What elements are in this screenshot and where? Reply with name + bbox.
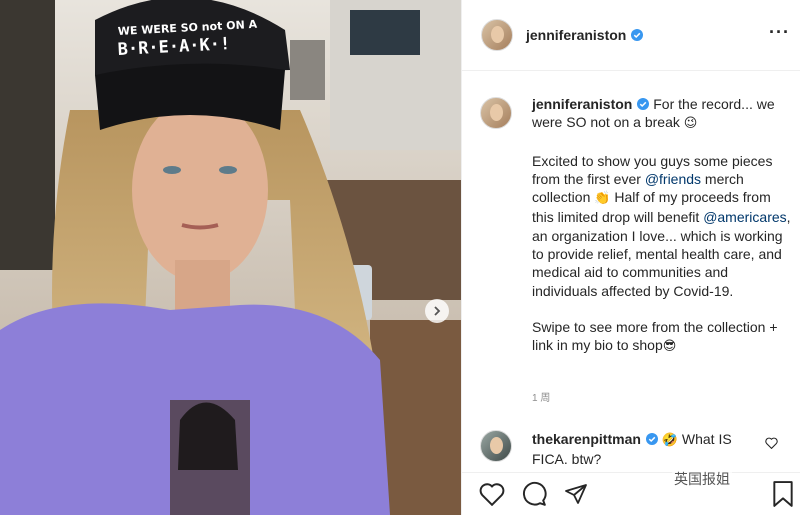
avatar[interactable] [480, 430, 512, 462]
emoji: 👏 [594, 191, 611, 207]
comment-text: thekarenpittman 🤣 What IS FICA. btw? [532, 430, 764, 469]
mention-americares-link[interactable]: @americares [703, 209, 786, 225]
save-button[interactable] [772, 481, 794, 507]
comment-username[interactable]: thekarenpittman [532, 431, 641, 447]
emoji: 🤣 [661, 433, 678, 448]
more-options-icon[interactable]: ··· [769, 22, 790, 43]
post-header: jenniferaniston ··· [462, 0, 800, 71]
caption: jenniferaniston For the record... we wer… [532, 95, 794, 357]
emoji: 😉 [683, 116, 698, 132]
like-button[interactable] [479, 482, 505, 506]
heart-icon[interactable] [765, 437, 778, 449]
bookmark-icon [773, 481, 793, 507]
next-arrow-icon [434, 306, 441, 316]
action-bar [461, 472, 800, 515]
avatar[interactable] [481, 19, 513, 51]
emoji: 😎 [662, 339, 677, 355]
post-timestamp[interactable]: 1 周 [532, 389, 550, 404]
next-photo-button[interactable] [425, 299, 449, 323]
heart-icon [479, 483, 505, 506]
post-photo[interactable]: WE WERE SO not ON A B·R·E·A·K·! [0, 0, 461, 515]
verified-icon [637, 98, 650, 110]
share-icon [565, 484, 587, 504]
mention-friends-link[interactable]: @friends [645, 171, 701, 187]
caption-text: Swipe to see more from the collection + … [532, 318, 778, 354]
header-username[interactable]: jenniferaniston [526, 27, 626, 43]
verified-icon [645, 433, 658, 445]
watermark: 英国报姐 [672, 469, 732, 489]
avatar[interactable] [480, 97, 512, 129]
verified-icon [631, 29, 644, 41]
caption-username[interactable]: jenniferaniston [532, 96, 632, 112]
share-button[interactable] [563, 482, 589, 506]
comment-icon [523, 481, 547, 506]
comment-button[interactable] [521, 481, 547, 507]
